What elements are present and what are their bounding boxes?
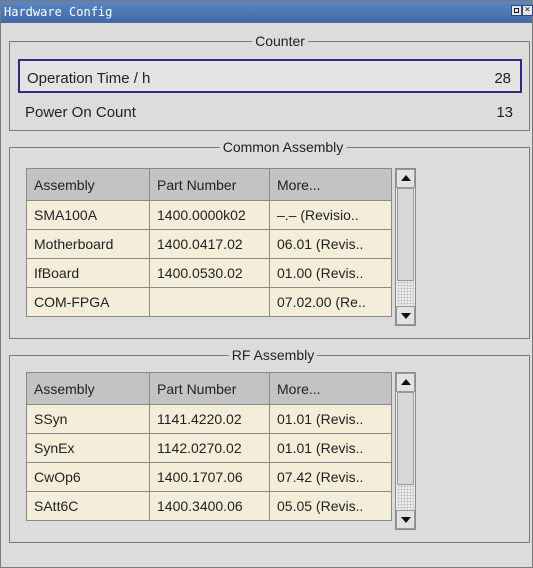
assembly-cell[interactable]: SynEx	[26, 433, 150, 463]
more-cell[interactable]: 01.01 (Revis..	[269, 404, 392, 434]
table-row[interactable]: SAtt6C 1400.3400.06 05.05 (Revis..	[26, 491, 392, 521]
close-icon[interactable]: ×	[522, 5, 533, 16]
assembly-cell[interactable]: SAtt6C	[26, 491, 150, 521]
maximize-icon[interactable]	[511, 5, 522, 16]
more-cell[interactable]: 05.05 (Revis..	[269, 491, 392, 521]
column-header-part-number[interactable]: Part Number	[149, 372, 270, 405]
scrollbar-thumb[interactable]	[397, 188, 414, 281]
more-cell[interactable]: 01.01 (Revis..	[269, 433, 392, 463]
power-on-count-value: 13	[496, 104, 513, 121]
assembly-cell[interactable]: COM-FPGA	[26, 287, 150, 317]
arrow-down-icon[interactable]	[396, 306, 415, 325]
table-header-row: Assembly Part Number More...	[26, 372, 392, 405]
operation-time-label: Operation Time / h	[27, 70, 151, 87]
part-number-cell[interactable]: 1400.3400.06	[149, 491, 270, 521]
more-cell[interactable]: 07.02.00 (Re..	[269, 287, 392, 317]
arrow-up-icon[interactable]	[396, 373, 415, 392]
common-assembly-table: Assembly Part Number More... SMA100A 140…	[26, 168, 392, 317]
assembly-cell[interactable]: SSyn	[26, 404, 150, 434]
part-number-cell[interactable]: 1400.0530.02	[149, 258, 270, 288]
more-cell[interactable]: 07.42 (Revis..	[269, 462, 392, 492]
part-number-cell[interactable]: 1400.0417.02	[149, 229, 270, 259]
rf-assembly-scrollbar[interactable]	[395, 372, 416, 530]
common-assembly-section-label: Common Assembly	[219, 139, 347, 155]
table-row[interactable]: Motherboard 1400.0417.02 06.01 (Revis..	[26, 229, 392, 259]
title-bar[interactable]: Hardware Config ×	[1, 1, 533, 23]
table-row[interactable]: SSyn 1141.4220.02 01.01 (Revis..	[26, 404, 392, 434]
scrollbar-thumb[interactable]	[397, 392, 414, 485]
table-row[interactable]: SynEx 1142.0270.02 01.01 (Revis..	[26, 433, 392, 463]
assembly-cell[interactable]: CwOp6	[26, 462, 150, 492]
part-number-cell[interactable]	[149, 287, 270, 317]
assembly-cell[interactable]: SMA100A	[26, 200, 150, 230]
operation-time-field[interactable]: Operation Time / h 28	[18, 59, 522, 93]
table-header-row: Assembly Part Number More...	[26, 168, 392, 201]
part-number-cell[interactable]: 1400.0000k02	[149, 200, 270, 230]
arrow-down-icon[interactable]	[396, 510, 415, 529]
more-cell[interactable]: 01.00 (Revis..	[269, 258, 392, 288]
common-assembly-section: Common Assembly Assembly Part Number Mor…	[9, 139, 530, 339]
column-header-more[interactable]: More...	[269, 372, 392, 405]
counter-section-label: Counter	[252, 33, 308, 49]
part-number-cell[interactable]: 1400.1707.06	[149, 462, 270, 492]
hardware-config-window: Hardware Config × Counter Operation Time…	[0, 0, 533, 568]
table-row[interactable]: CwOp6 1400.1707.06 07.42 (Revis..	[26, 462, 392, 492]
common-assembly-scrollbar[interactable]	[395, 168, 416, 326]
table-row[interactable]: COM-FPGA 07.02.00 (Re..	[26, 287, 392, 317]
window-title: Hardware Config	[4, 5, 113, 19]
column-header-more[interactable]: More...	[269, 168, 392, 201]
table-row[interactable]: SMA100A 1400.0000k02 –.– (Revisio..	[26, 200, 392, 230]
column-header-assembly[interactable]: Assembly	[26, 168, 150, 201]
table-row[interactable]: IfBoard 1400.0530.02 01.00 (Revis..	[26, 258, 392, 288]
scrollbar-track[interactable]	[397, 281, 414, 306]
power-on-count-field[interactable]: Power On Count 13	[18, 95, 522, 129]
column-header-assembly[interactable]: Assembly	[26, 372, 150, 405]
counter-section: Counter Operation Time / h 28 Power On C…	[9, 33, 530, 131]
operation-time-value: 28	[494, 70, 511, 87]
scrollbar-track[interactable]	[397, 485, 414, 510]
part-number-cell[interactable]: 1141.4220.02	[149, 404, 270, 434]
more-cell[interactable]: –.– (Revisio..	[269, 200, 392, 230]
part-number-cell[interactable]: 1142.0270.02	[149, 433, 270, 463]
assembly-cell[interactable]: IfBoard	[26, 258, 150, 288]
rf-assembly-section: RF Assembly Assembly Part Number More...…	[9, 347, 530, 543]
rf-assembly-section-label: RF Assembly	[228, 347, 318, 363]
rf-assembly-table: Assembly Part Number More... SSyn 1141.4…	[26, 372, 392, 521]
more-cell[interactable]: 06.01 (Revis..	[269, 229, 392, 259]
assembly-cell[interactable]: Motherboard	[26, 229, 150, 259]
column-header-part-number[interactable]: Part Number	[149, 168, 270, 201]
arrow-up-icon[interactable]	[396, 169, 415, 188]
power-on-count-label: Power On Count	[25, 104, 136, 121]
